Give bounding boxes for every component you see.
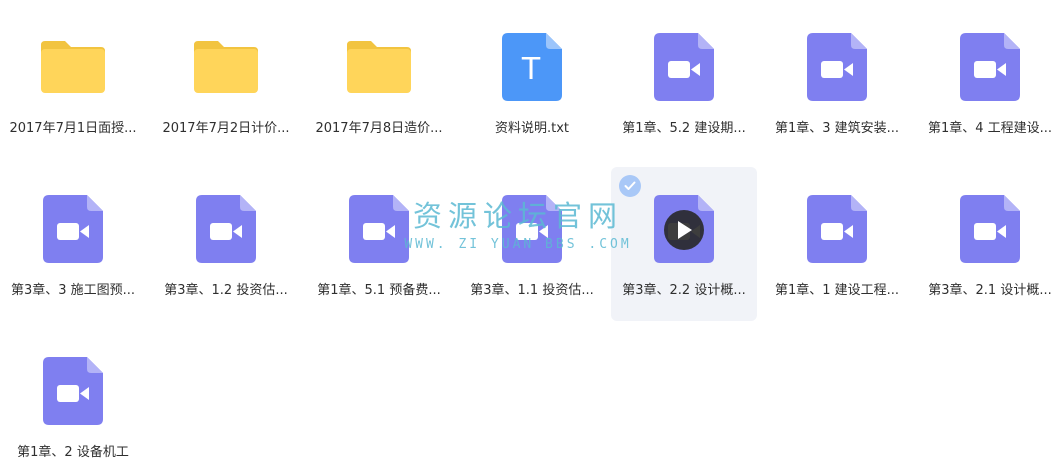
video-file-icon	[960, 195, 1020, 263]
file-thumbnail	[153, 195, 299, 263]
file-item[interactable]: 第1章、3 建筑安装...	[764, 5, 910, 159]
file-thumbnail	[459, 195, 605, 263]
folder-icon	[347, 41, 411, 93]
file-name: 第3章、1.2 投资估...	[164, 283, 288, 298]
file-item[interactable]: 第3章、2.2 设计概...	[611, 167, 757, 321]
file-name: 第3章、3 施工图预...	[10, 283, 136, 298]
video-file-icon	[807, 33, 867, 101]
file-thumbnail	[0, 195, 146, 263]
file-thumbnail	[764, 33, 910, 101]
video-file-icon	[349, 195, 409, 263]
file-thumbnail	[611, 33, 757, 101]
play-icon[interactable]	[664, 210, 704, 250]
video-file-icon	[807, 195, 867, 263]
file-name: 资料说明.txt	[494, 121, 570, 136]
file-name: 第3章、2.2 设计概...	[622, 283, 746, 298]
file-name: 第1章、5.2 建设期...	[622, 121, 746, 136]
file-thumbnail	[917, 195, 1058, 263]
checkmark-icon[interactable]	[619, 175, 641, 197]
file-name: 2017年7月1日面授...	[9, 121, 137, 136]
file-thumbnail: T	[459, 33, 605, 101]
file-item[interactable]: 2017年7月2日计价...	[153, 5, 299, 159]
file-thumbnail	[306, 195, 452, 263]
video-file-icon	[43, 195, 103, 263]
file-thumbnail	[917, 33, 1058, 101]
file-name: 第1章、5.1 预备费...	[317, 283, 441, 298]
file-name: 第3章、1.1 投资估...	[470, 283, 594, 298]
file-item[interactable]: 第1章、5.1 预备费...	[306, 167, 452, 321]
file-item[interactable]: 第1章、2 设备机工	[0, 329, 146, 461]
file-item[interactable]: 2017年7月8日造价...	[306, 5, 452, 159]
file-name: 第1章、1 建设工程...	[774, 283, 900, 298]
file-grid: 2017年7月1日面授... 2017年7月2日计价... 2017年7月8日造价.…	[0, 0, 1058, 461]
folder-icon	[194, 41, 258, 93]
video-file-icon	[654, 33, 714, 101]
video-file-icon	[502, 195, 562, 263]
video-file-icon	[960, 33, 1020, 101]
file-item[interactable]: 第3章、1.2 投资估...	[153, 167, 299, 321]
file-name: 第3章、2.1 设计概...	[928, 283, 1052, 298]
file-thumbnail	[153, 33, 299, 101]
file-name: 第1章、4 工程建设...	[927, 121, 1053, 136]
file-item[interactable]: 第1章、5.2 建设期...	[611, 5, 757, 159]
svg-text:T: T	[521, 52, 541, 87]
folder-icon	[41, 41, 105, 93]
video-file-icon	[196, 195, 256, 263]
text-file-icon: T	[502, 33, 562, 101]
file-thumbnail	[306, 33, 452, 101]
file-name: 2017年7月2日计价...	[162, 121, 290, 136]
file-item[interactable]: 第1章、1 建设工程...	[764, 167, 910, 321]
file-thumbnail	[0, 357, 146, 425]
file-thumbnail	[0, 33, 146, 101]
file-item[interactable]: T 资料说明.txt	[459, 5, 605, 159]
file-item[interactable]: 2017年7月1日面授...	[0, 5, 146, 159]
video-file-icon	[43, 357, 103, 425]
file-item[interactable]: 第1章、4 工程建设...	[917, 5, 1058, 159]
file-thumbnail	[764, 195, 910, 263]
file-name: 第1章、3 建筑安装...	[774, 121, 900, 136]
file-name: 第1章、2 设备机工	[17, 445, 129, 460]
file-name: 2017年7月8日造价...	[315, 121, 443, 136]
file-item[interactable]: 第3章、1.1 投资估...	[459, 167, 605, 321]
file-item[interactable]: 第3章、2.1 设计概...	[917, 167, 1058, 321]
file-item[interactable]: 第3章、3 施工图预...	[0, 167, 146, 321]
